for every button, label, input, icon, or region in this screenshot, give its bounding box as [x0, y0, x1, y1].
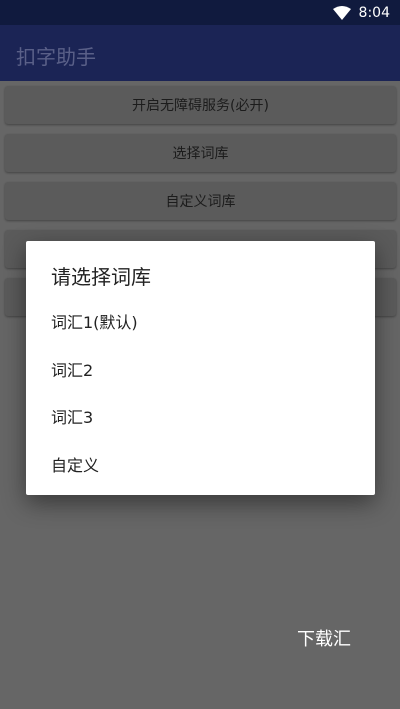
app-title: 扣字助手 — [16, 45, 96, 69]
dialog-option-label: 词汇2 — [51, 361, 94, 380]
dialog-option-label: 词汇3 — [51, 408, 94, 427]
dialog-title: 请选择词库 — [51, 265, 151, 289]
select-dictionary-dialog: 请选择词库 词汇1(默认) 词汇2 词汇3 自定义 — [26, 241, 375, 495]
dialog-option-label: 词汇1(默认) — [51, 313, 138, 332]
watermark-text: 下载汇 — [297, 629, 351, 650]
select-dictionary-button[interactable]: 选择词库 — [5, 134, 396, 172]
status-time: 8:04 — [358, 5, 390, 21]
custom-dictionary-label: 自定义词库 — [165, 194, 236, 210]
dialog-option-vocab-2[interactable]: 词汇2 — [26, 345, 375, 393]
custom-dictionary-button[interactable]: 自定义词库 — [5, 182, 396, 220]
status-indicators: 8:04 — [332, 3, 390, 23]
dialog-option-vocab-3[interactable]: 词汇3 — [26, 392, 375, 440]
wifi-icon — [332, 6, 351, 20]
dialog-option-vocab-1[interactable]: 词汇1(默认) — [26, 297, 375, 345]
select-dictionary-label: 选择词库 — [172, 146, 229, 162]
app-bar: 扣字助手 — [0, 25, 400, 81]
dialog-option-label: 自定义 — [51, 456, 100, 475]
enable-accessibility-button[interactable]: 开启无障碍服务(必开) — [5, 86, 396, 124]
dialog-option-custom[interactable]: 自定义 — [26, 440, 375, 488]
status-bar: 8:04 — [0, 0, 400, 25]
enable-accessibility-label: 开启无障碍服务(必开) — [132, 98, 269, 114]
